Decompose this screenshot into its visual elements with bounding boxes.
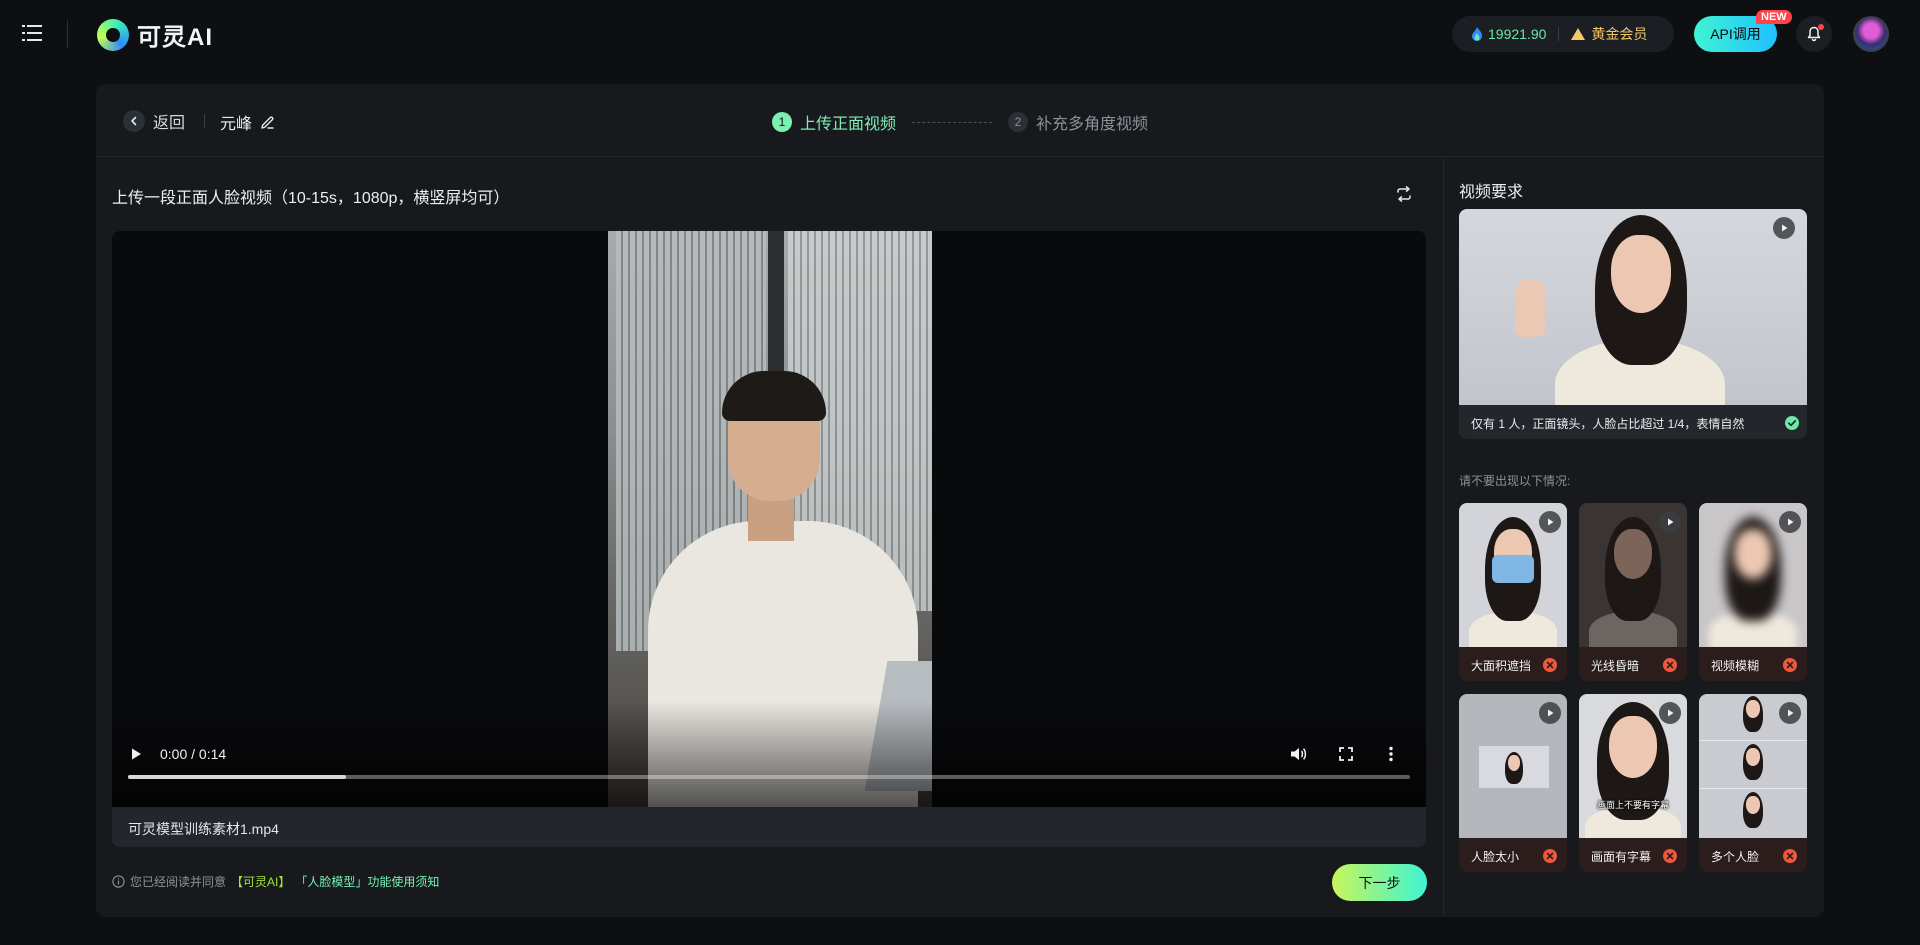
- step-2-label: 补充多角度视频: [1036, 116, 1149, 133]
- time-display: 0:00 / 0:14: [160, 746, 227, 762]
- crown-icon: [1571, 28, 1586, 40]
- stepper: 1 上传正面视频 2 补充多角度视频: [772, 110, 1148, 134]
- subtitle-overlay: 画面上不要有字幕: [1596, 800, 1669, 810]
- vip-label: 黄金会员: [1591, 26, 1648, 42]
- divider: [67, 20, 68, 48]
- play-icon[interactable]: [1773, 217, 1795, 239]
- bad-example-card[interactable]: 视频模糊: [1699, 503, 1807, 681]
- top-bar: 可灵AI 19921.90 黄金会员 API调用 NEW: [0, 0, 1920, 68]
- more-options-icon[interactable]: [1388, 746, 1394, 762]
- bad-example-label: 人脸太小: [1471, 850, 1520, 864]
- video-preview: 0:00 / 0:14 可灵模型训练素材1.mp4: [112, 231, 1426, 847]
- play-icon[interactable]: [128, 746, 144, 762]
- cross-icon: [1543, 849, 1557, 863]
- video-progress-fill: [128, 775, 346, 779]
- cross-icon: [1783, 849, 1797, 863]
- step-2-number: 2: [1008, 112, 1029, 132]
- file-name: 可灵模型训练素材1.mp4: [128, 821, 279, 837]
- cross-icon: [1783, 658, 1797, 672]
- back-label: 返回: [153, 115, 186, 132]
- unread-dot: [1818, 24, 1824, 30]
- model-name: 元峰: [220, 110, 275, 134]
- new-badge: NEW: [1756, 10, 1792, 24]
- chevron-left-icon: [123, 110, 145, 132]
- check-icon: [1785, 416, 1799, 430]
- bad-example-card[interactable]: 多个人脸: [1699, 694, 1807, 872]
- video-progress-bar[interactable]: [128, 775, 1410, 779]
- replace-icon[interactable]: [1396, 186, 1412, 202]
- play-icon[interactable]: [1779, 702, 1801, 724]
- bad-example-card[interactable]: 画面上不要有字幕 画面有字幕: [1579, 694, 1687, 872]
- avatar[interactable]: [1853, 16, 1889, 52]
- bad-example-label: 多个人脸: [1711, 850, 1760, 864]
- volume-icon[interactable]: [1290, 746, 1308, 762]
- consent-notice: 您已经阅读并同意 【可灵AI】 「人脸模型」功能使用须知: [112, 873, 439, 890]
- info-icon: [112, 875, 125, 888]
- good-example-card[interactable]: 仅有 1 人，正面镜头，人脸占比超过 1/4，表情自然: [1459, 209, 1807, 439]
- warning-title: 请不要出现以下情况:: [1459, 474, 1571, 488]
- bad-example-label: 光线昏暗: [1591, 659, 1640, 673]
- next-button[interactable]: 下一步: [1332, 864, 1427, 901]
- app-name: 可灵AI: [137, 24, 213, 51]
- play-icon[interactable]: [1539, 702, 1561, 724]
- requirements-panel: 视频要求 仅有 1 人，正面镜头，人脸占比超过 1/4，表情自然 请不要出现以下…: [1443, 158, 1824, 917]
- edit-icon[interactable]: [260, 115, 275, 130]
- divider: [204, 114, 205, 128]
- cross-icon: [1543, 658, 1557, 672]
- logo[interactable]: 可灵AI: [97, 17, 213, 52]
- play-icon[interactable]: [1779, 511, 1801, 533]
- flame-icon: [1472, 27, 1482, 41]
- terms-link-face-model[interactable]: 「人脸模型」功能使用须知: [295, 873, 439, 890]
- step-1-label: 上传正面视频: [800, 116, 897, 133]
- notification-button[interactable]: [1796, 16, 1832, 52]
- cross-icon: [1663, 849, 1677, 863]
- bad-example-label: 画面有字幕: [1591, 850, 1652, 864]
- credits-value: 19921.90: [1488, 26, 1547, 42]
- terms-link-kling[interactable]: 【可灵AI】: [231, 873, 290, 890]
- bad-example-card[interactable]: 人脸太小: [1459, 694, 1567, 872]
- bad-example-card[interactable]: 光线昏暗: [1579, 503, 1687, 681]
- card-header: 返回 元峰 1 上传正面视频 2 补充多角度视频: [96, 84, 1824, 157]
- video-player[interactable]: 0:00 / 0:14: [112, 231, 1426, 807]
- logo-mark-icon: [97, 18, 129, 51]
- model-name-text: 元峰: [220, 116, 253, 133]
- bad-example-label: 大面积遮挡: [1471, 659, 1532, 673]
- play-icon[interactable]: [1659, 702, 1681, 724]
- upload-title: 上传一段正面人脸视频（10-15s，1080p，横竖屏均可）: [112, 190, 510, 207]
- play-icon[interactable]: [1539, 511, 1561, 533]
- cross-icon: [1663, 658, 1677, 672]
- bad-example-card[interactable]: 大面积遮挡: [1459, 503, 1567, 681]
- step-1-number: 1: [772, 112, 792, 132]
- menu-icon[interactable]: [22, 24, 42, 42]
- play-icon[interactable]: [1659, 511, 1681, 533]
- requirements-title: 视频要求: [1459, 184, 1524, 201]
- step-connector: [912, 121, 993, 123]
- vip-badge[interactable]: 黄金会员: [1571, 24, 1647, 44]
- main-card: 返回 元峰 1 上传正面视频 2 补充多角度视频 上传一段正面人脸视频（10-1…: [96, 84, 1824, 917]
- video-controls: 0:00 / 0:14: [112, 701, 1426, 807]
- credits-pill[interactable]: 19921.90 黄金会员: [1452, 16, 1674, 52]
- fullscreen-icon[interactable]: [1338, 746, 1354, 762]
- bad-example-label: 视频模糊: [1711, 659, 1760, 673]
- consent-text: 您已经阅读并同意: [130, 875, 227, 889]
- back-button[interactable]: 返回: [123, 109, 185, 133]
- good-example-thumbnail: [1459, 209, 1807, 405]
- good-example-caption: 仅有 1 人，正面镜头，人脸占比超过 1/4，表情自然: [1471, 417, 1745, 431]
- divider: [1558, 27, 1560, 41]
